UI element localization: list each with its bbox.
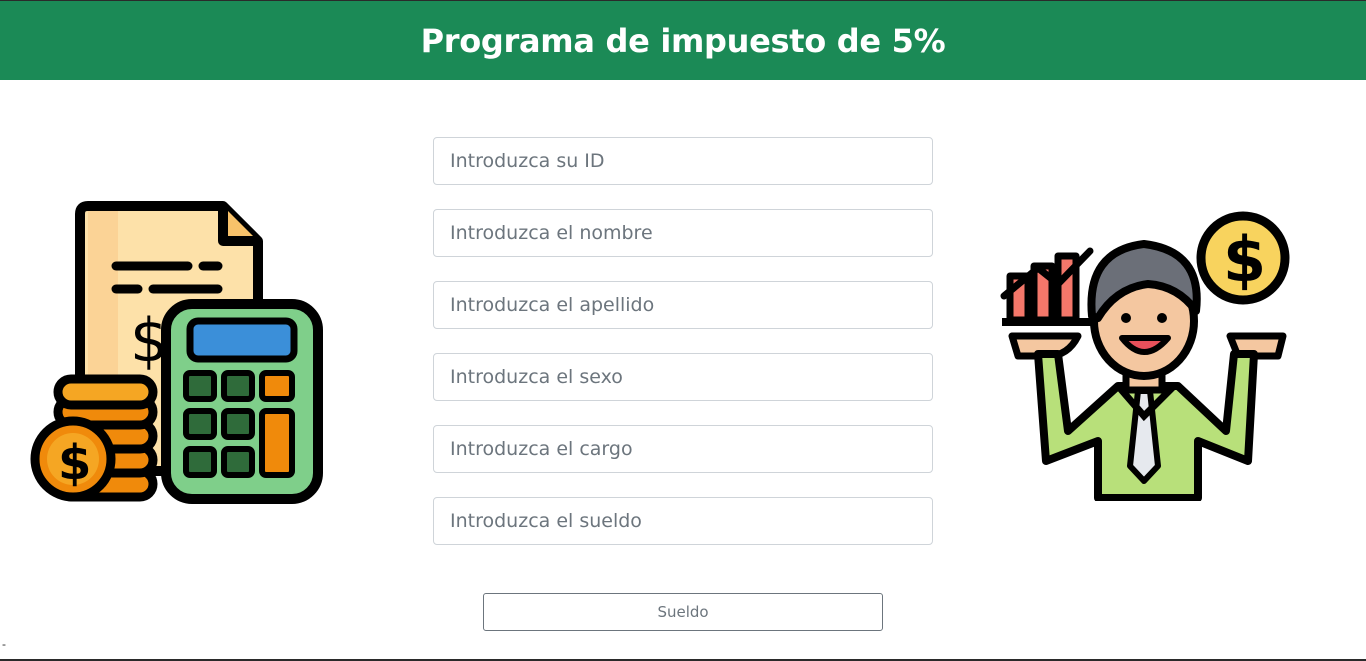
svg-text:$: $ <box>58 435 91 491</box>
apellido-input[interactable] <box>433 281 933 329</box>
id-input[interactable] <box>433 137 933 185</box>
calculator-coins-icon: $ $ <box>30 201 323 504</box>
sueldo-button[interactable]: Sueldo <box>483 593 883 631</box>
page-header: Programa de impuesto de 5% <box>0 1 1366 80</box>
footer-mark: - <box>2 637 6 651</box>
page-title: Programa de impuesto de 5% <box>420 21 946 60</box>
svg-text:$: $ <box>1223 223 1266 296</box>
employee-form <box>433 137 933 569</box>
sexo-input[interactable] <box>433 353 933 401</box>
businessman-money-icon: $ <box>1000 211 1290 501</box>
nombre-input[interactable] <box>433 209 933 257</box>
sueldo-input[interactable] <box>433 497 933 545</box>
cargo-input[interactable] <box>433 425 933 473</box>
